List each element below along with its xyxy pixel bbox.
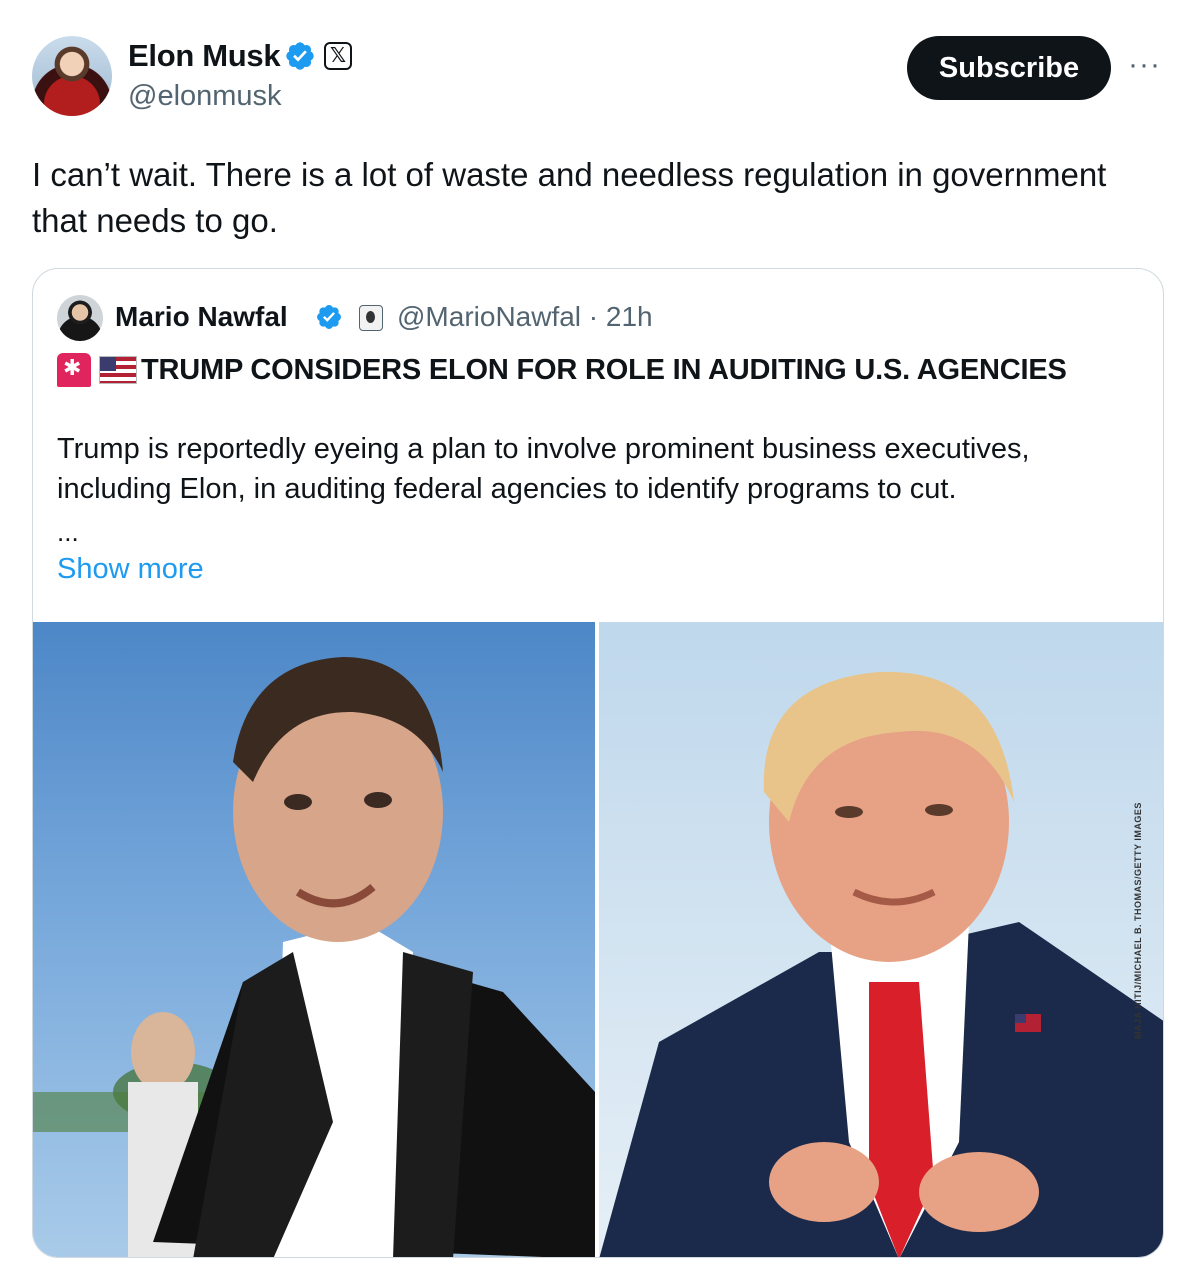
show-more-link[interactable]: Show more [57,553,204,586]
author-handle[interactable]: @elonmusk [128,80,282,113]
photo-right-illustration [599,671,1163,1257]
post-text: I can’t wait. There is a lot of waste an… [32,156,1107,239]
subscribe-button[interactable]: Subscribe [907,36,1111,100]
siren-emoji-icon [57,353,91,387]
author-name[interactable]: Elon Musk [128,38,281,74]
author-avatar[interactable] [32,36,112,116]
more-icon[interactable]: ··· [1128,50,1161,80]
photo-right[interactable] [599,622,1163,1257]
photo-credit: MAJA HITIJ/MICHAEL B. THOMAS/GETTY IMAGE… [1133,802,1143,1039]
affiliate-badge-icon [359,305,383,331]
us-flag-emoji-icon [99,356,137,384]
quoted-post[interactable]: Mario Nawfal @MarioNawfal · 21h TRUMP CO… [32,268,1164,1258]
quote-headline: TRUMP CONSIDERS ELON FOR ROLE IN AUDITIN… [141,353,1067,386]
quote-ellipsis: ... [57,517,79,547]
quote-author-name[interactable]: Mario Nawfal [115,301,288,333]
quote-author-avatar[interactable] [57,295,103,341]
quote-handle-time: @MarioNawfal · 21h [397,301,653,332]
verified-badge-icon [317,305,341,329]
photo-left[interactable] [33,622,595,1257]
quote-body: Trump is reportedly eyeing a plan to inv… [57,433,1030,505]
verified-badge-icon [286,42,314,70]
quote-headline-row: TRUMP CONSIDERS ELON FOR ROLE IN AUDITIN… [57,353,1067,387]
photo-left-illustration [33,657,595,1257]
x-affiliate-icon: 𝕏 [324,42,352,70]
